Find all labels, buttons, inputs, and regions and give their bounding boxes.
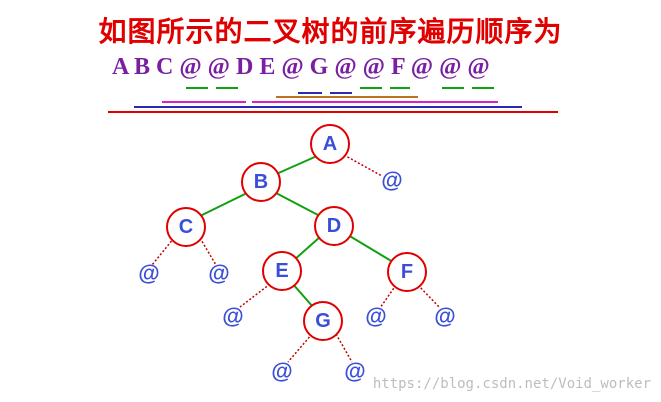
null-leaf: @: [344, 359, 365, 384]
null-leaf: @: [138, 261, 159, 286]
null-edge-e: [239, 283, 271, 308]
watermark-url: https://blog.csdn.net/Void_worker: [372, 376, 651, 392]
tree-node-g: G: [303, 301, 343, 341]
tree-node-e: E: [262, 251, 302, 291]
null-leaf: @: [365, 304, 386, 329]
binary-tree-diagram: A B C D E F G @ @ @ @ @ @ @ @: [108, 87, 558, 384]
edge-e-g: [291, 282, 314, 308]
tree-node-d: D: [314, 206, 354, 246]
node-label: D: [327, 215, 341, 237]
edge-b-d: [275, 192, 319, 216]
tree-node-a: A: [310, 124, 350, 164]
sequence-annotations: [108, 87, 558, 113]
edge-a-b: [273, 155, 318, 176]
node-label: G: [315, 310, 331, 332]
edge-b-c: [199, 192, 248, 217]
null-leaf: @: [381, 168, 402, 193]
tree-node-b: B: [241, 162, 281, 202]
node-label: B: [254, 171, 268, 193]
node-label: F: [401, 261, 413, 283]
tree-node-f: F: [387, 252, 427, 292]
node-label: C: [179, 216, 193, 238]
null-leaf: @: [222, 304, 243, 329]
null-leaf: @: [434, 304, 455, 329]
edge-d-e: [293, 236, 321, 261]
tree-node-c: C: [166, 207, 206, 247]
null-leaf: @: [208, 261, 229, 286]
node-label: E: [275, 260, 288, 282]
null-leaf: @: [271, 359, 292, 384]
edge-d-f: [347, 234, 394, 263]
tree-nodes: A B C D E F G: [166, 124, 427, 341]
node-label: A: [323, 133, 337, 155]
null-edge-a: [343, 154, 383, 177]
